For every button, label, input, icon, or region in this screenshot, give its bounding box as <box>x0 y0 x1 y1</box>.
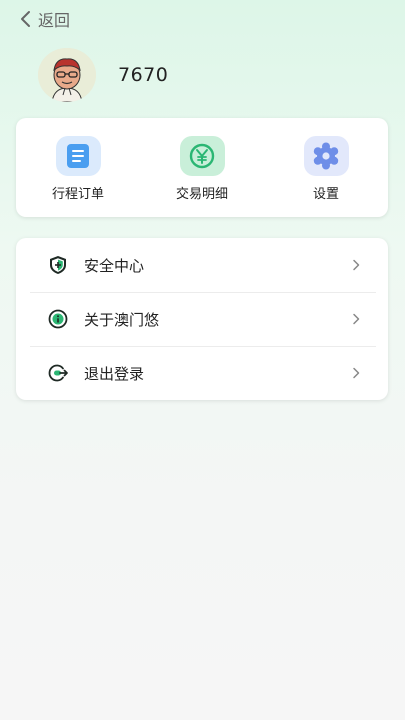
shortcuts-card: 行程订单 交易明细 设置 <box>16 118 388 217</box>
menu-item-security-center[interactable]: 安全中心 <box>16 238 388 292</box>
chevron-left-icon <box>21 11 30 27</box>
shortcut-label: 行程订单 <box>51 187 104 202</box>
menu-item-label: 关于澳门悠 <box>84 310 160 329</box>
menu-item-label: 退出登录 <box>84 364 145 383</box>
shortcut-icon-box <box>179 136 225 176</box>
gear-icon <box>313 142 339 170</box>
info-icon <box>48 309 68 329</box>
logout-icon <box>48 364 68 382</box>
menu-item-label: 安全中心 <box>84 256 145 275</box>
yen-icon <box>189 143 215 169</box>
back-button[interactable]: 返回 <box>18 8 70 30</box>
avatar[interactable] <box>38 48 96 102</box>
menu-card: 安全中心 关于澳门悠 退出登录 <box>16 238 388 400</box>
top-bar: 返回 <box>0 0 405 36</box>
chevron-right-icon <box>353 259 360 271</box>
cartoon-face-icon <box>38 48 96 102</box>
username: 7670 <box>118 64 169 86</box>
back-label: 返回 <box>38 11 71 30</box>
shortcut-label: 交易明细 <box>175 187 228 202</box>
shortcut-label: 设置 <box>312 187 339 202</box>
shortcut-settings[interactable]: 设置 <box>276 118 376 217</box>
shortcut-trip-orders[interactable]: 行程订单 <box>28 118 128 217</box>
menu-item-logout[interactable]: 退出登录 <box>16 346 388 400</box>
menu-item-about[interactable]: 关于澳门悠 <box>16 292 388 346</box>
shortcut-transactions[interactable]: 交易明细 <box>152 118 252 217</box>
chevron-right-icon <box>353 313 360 325</box>
shield-plus-icon <box>50 256 66 274</box>
document-icon <box>67 144 89 168</box>
shortcut-icon-box <box>55 136 101 176</box>
shortcut-icon-box <box>303 136 349 176</box>
profile-section: 7670 <box>38 48 168 102</box>
chevron-right-icon <box>353 367 360 379</box>
